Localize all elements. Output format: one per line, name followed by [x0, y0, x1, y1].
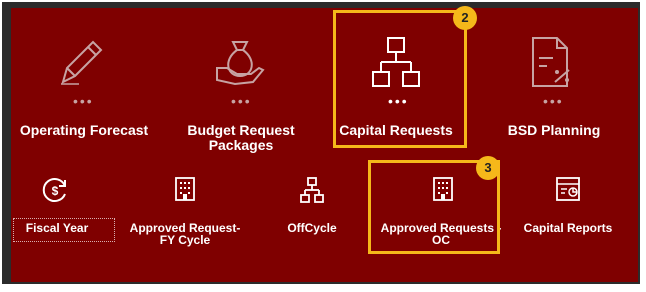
tile-dots: ••• [231, 93, 252, 109]
step-badge-2: 2 [453, 6, 477, 30]
tile-label: Budget Request Packages [187, 122, 295, 153]
hierarchy-icon [372, 37, 420, 87]
navigation-panel: ••• Operating Forecast ••• Budget Reques… [11, 8, 638, 282]
step-badge-3: 3 [476, 156, 500, 180]
money-bag-hand-icon [216, 41, 265, 86]
tile-label: Fiscal Year [25, 221, 89, 235]
tile-dots: ••• [73, 93, 94, 109]
tile-label: Operating Forecast [19, 122, 149, 138]
tile-dots: ••• [388, 93, 409, 109]
tile-label: BSD Planning [507, 122, 601, 138]
building-icon [175, 177, 195, 201]
app-frame: ••• Operating Forecast ••• Budget Reques… [2, 2, 640, 284]
tile-label: Capital Requests [339, 122, 453, 138]
building-icon [433, 177, 453, 201]
tile-label: OffCycle [287, 221, 337, 235]
tile-label: Approved Requests - OC [380, 221, 502, 247]
svg-text:$: $ [52, 184, 59, 198]
tile-label: Approved Request- FY Cycle [129, 221, 241, 247]
tile-dots: ••• [543, 93, 564, 109]
dollar-cycle-icon: $ [42, 178, 66, 202]
report-chart-icon [556, 177, 580, 201]
hierarchy-small-icon [300, 177, 324, 203]
document-percent-icon [532, 37, 570, 87]
pencil-icon [61, 40, 103, 85]
tile-label: Capital Reports [523, 221, 613, 235]
